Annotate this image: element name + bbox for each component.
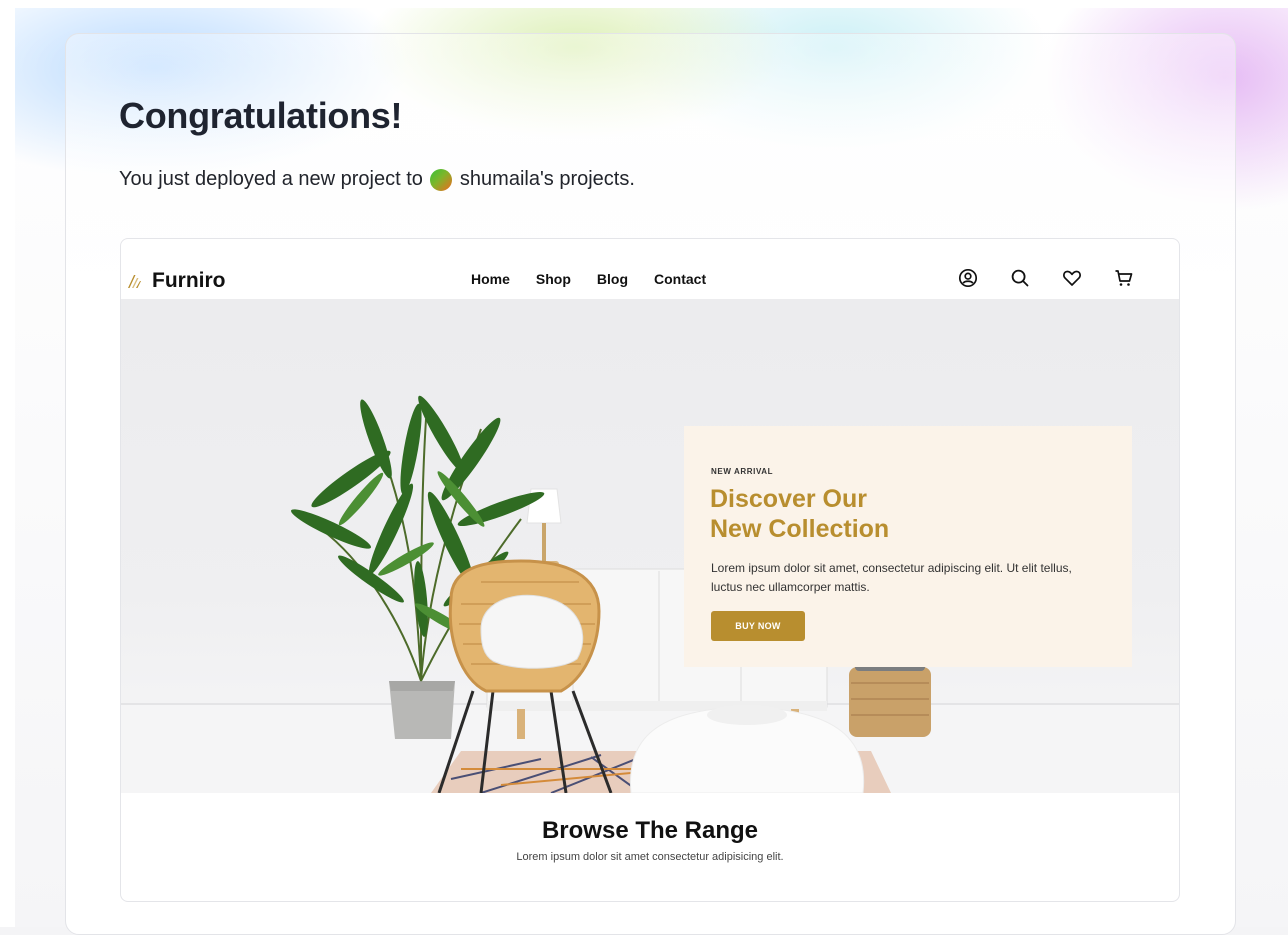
buy-now-button[interactable]: BUY NOW — [711, 611, 805, 641]
logo-mark-icon — [128, 275, 141, 288]
browse-title: Browse The Range — [541, 817, 759, 844]
page-title: Congratulations! — [119, 95, 403, 136]
hero-eyebrow: NEW ARRIVAL — [711, 467, 774, 476]
deployment-message: You just deployed a new project to shuma… — [119, 168, 635, 191]
heart-icon[interactable] — [1061, 267, 1083, 289]
hero-body: Lorem ipsum dolor sit amet, consectetur … — [711, 561, 1072, 594]
left-gutter — [0, 0, 15, 927]
header-icons — [957, 267, 1165, 289]
nav-shop[interactable]: Shop — [536, 271, 571, 287]
nav-contact[interactable]: Contact — [654, 271, 706, 287]
brand-name: Furniro — [152, 269, 226, 292]
site-logo[interactable]: Furniro — [125, 269, 226, 293]
hero-heading-line2: New Collection — [710, 515, 890, 543]
cart-icon[interactable] — [1113, 267, 1135, 289]
nav-blog[interactable]: Blog — [597, 271, 628, 287]
browse-subtitle: Lorem ipsum dolor sit amet consectetur a… — [516, 851, 784, 863]
site-nav: Home Shop Blog Contact — [471, 271, 732, 287]
browse-section: Browse The Range Lorem ipsum dolor sit a… — [121, 817, 1179, 863]
site-preview[interactable]: Furniro Home Shop Blog Contact NEW ARRIV… — [120, 238, 1180, 902]
top-strip — [0, 0, 1288, 8]
team-name[interactable]: shumaila's projects. — [460, 168, 635, 191]
account-icon[interactable] — [957, 267, 979, 289]
deployment-message-text: You just deployed a new project to — [119, 168, 423, 190]
site-header: Furniro Home Shop Blog Contact — [121, 261, 1179, 299]
hero-promo-box: NEW ARRIVAL Discover Our New Collection … — [684, 426, 1132, 667]
hero-heading: Discover Our New Collection — [710, 484, 889, 544]
nav-home[interactable]: Home — [471, 271, 510, 287]
team-avatar — [429, 168, 452, 191]
search-icon[interactable] — [1009, 267, 1031, 289]
hero-banner: NEW ARRIVAL Discover Our New Collection … — [121, 299, 1179, 793]
hero-heading-line1: Discover Our — [710, 485, 868, 513]
